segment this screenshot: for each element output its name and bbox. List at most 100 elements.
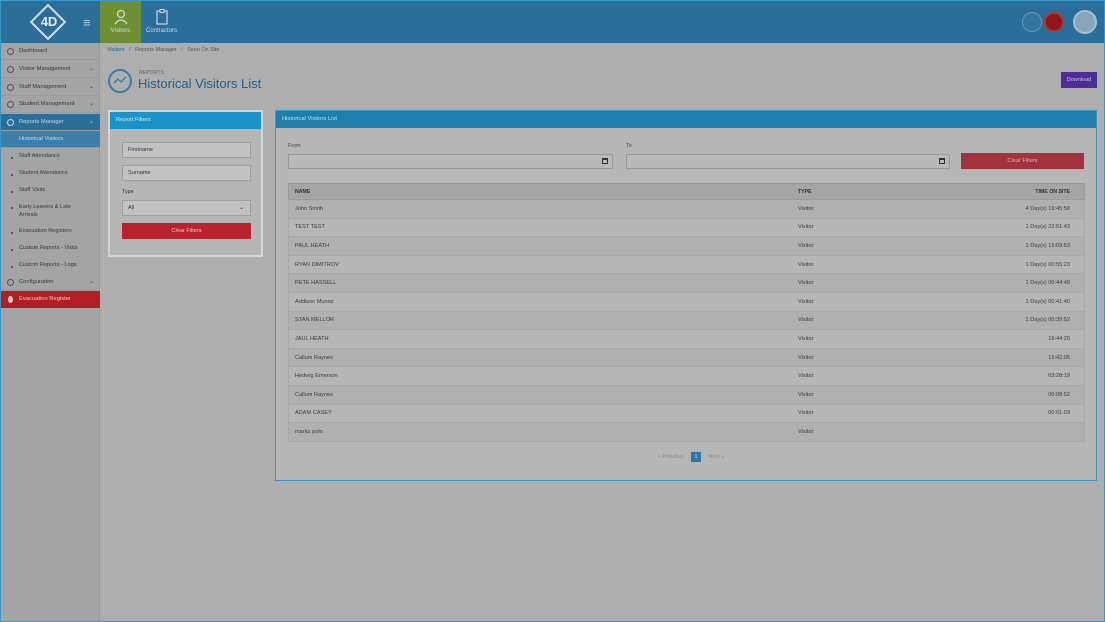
cell-name: Addison Munoz: [295, 298, 334, 305]
surname-input[interactable]: Surname: [122, 165, 251, 181]
historical-visitors-title: Historical Visitors List: [276, 111, 1096, 128]
logo-area: 4D ≡: [1, 1, 100, 43]
sidebar-subitem-label: Staff Attendance: [19, 153, 60, 159]
table-row[interactable]: Callum Raynes Visitor 19:42:06: [288, 348, 1085, 368]
column-type[interactable]: TYPE: [798, 189, 812, 195]
hamburger-menu-icon[interactable]: ≡: [83, 15, 91, 30]
breadcrumb-visitors[interactable]: Visitors: [107, 47, 125, 53]
sidebar-subitem-staff-attendance[interactable]: Staff Attendance: [1, 153, 100, 159]
table-row[interactable]: John Smith Visitor 4 Day(s) 19:45:58: [288, 200, 1085, 219]
sidebar-subitem-custom-reports-logs[interactable]: Custom Reports - Logs: [1, 262, 100, 268]
drop-icon: [8, 296, 13, 303]
sidebar-item-label: Staff Management: [19, 84, 67, 90]
cell-name: ADAM CASEY: [295, 410, 332, 417]
breadcrumb-separator: /: [181, 47, 183, 53]
reports-chart-icon: [108, 69, 132, 93]
sidebar-item-staff-management[interactable]: Staff Management ⌄: [1, 79, 100, 96]
cell-name: marko polo: [295, 428, 323, 435]
column-time-on-site[interactable]: TIME ON SITE: [1035, 189, 1070, 195]
from-date-input[interactable]: [288, 154, 613, 169]
bell-icon[interactable]: [1022, 12, 1042, 32]
logo-text: 4D: [40, 14, 58, 29]
tab-visitors[interactable]: Visitors: [100, 1, 141, 43]
breadcrumb-separator: /: [129, 47, 131, 53]
cell-type: Visitor: [798, 317, 814, 324]
sidebar-subitem-label: Custom Reports - Logs: [19, 262, 77, 268]
sidebar-item-reports-manager[interactable]: Reports Manager ⌄: [1, 114, 100, 131]
sidebar-subitem-label: Historical Visitors: [19, 136, 64, 142]
evacuation-drop-icon[interactable]: [1044, 12, 1064, 32]
table-row[interactable]: STAN MELLOR Visitor 1 Day(s) 00:39:52: [288, 311, 1085, 331]
pagination-previous[interactable]: Previous: [663, 454, 684, 460]
tab-contractors[interactable]: Contractors: [141, 1, 182, 43]
table-row[interactable]: RYAN DIMITROV Visitor 1 Day(s) 00:55:23: [288, 255, 1085, 275]
sidebar: Dashboard Visitor Management ⌄ Staff Man…: [1, 43, 100, 621]
report-filters-panel: Report Filters Firstname Surname Type Al…: [108, 110, 263, 257]
table-row[interactable]: marko polo Visitor: [288, 423, 1085, 442]
sidebar-item-student-management[interactable]: Student Management ⌄: [1, 96, 100, 113]
chevron-down-icon: ⌄: [88, 101, 94, 107]
sidebar-subitem-custom-reports-visits[interactable]: Custom Reports - Visits: [1, 245, 100, 251]
clear-filters-button[interactable]: Clear Filters: [122, 223, 251, 239]
table-row[interactable]: PAUL HEATH Visitor 1 Day(s) 19:09:53: [288, 237, 1085, 256]
firstname-input[interactable]: Firstname: [122, 142, 251, 158]
table-row[interactable]: ADAM CASEY Visitor 00:01:03: [288, 404, 1085, 424]
cell-time-on-site: 1 Day(s) 00:41:40: [1025, 298, 1070, 305]
download-button[interactable]: Download: [1061, 72, 1097, 88]
sidebar-subitem-evacuation-registers[interactable]: Evacuation Registers: [1, 228, 100, 234]
sidebar-subitem-label: Evacuation Registers: [19, 228, 72, 234]
chevron-down-icon: ⌄: [88, 279, 94, 285]
visitors-table: NAME TYPE TIME ON SITE John Smith Visitor…: [288, 183, 1085, 442]
chevron-down-icon: ⌄: [238, 205, 244, 211]
cell-type: Visitor: [798, 428, 814, 435]
gear-icon: [7, 279, 14, 286]
table-row[interactable]: TEST TEST Visitor 1 Day(s) 22:51:43: [288, 218, 1085, 238]
calendar-icon[interactable]: [939, 158, 945, 164]
table-row[interactable]: JAUL HEATH Visitor 19:44:20: [288, 330, 1085, 349]
table-row[interactable]: Addison Munoz Visitor 1 Day(s) 00:41:40: [288, 292, 1085, 312]
cell-time-on-site: 1 Day(s) 19:09:53: [1025, 242, 1070, 249]
sidebar-item-visitor-management[interactable]: Visitor Management ⌄: [1, 61, 100, 78]
cell-type: Visitor: [798, 373, 814, 380]
sidebar-item-configuration[interactable]: Configuration ⌄: [1, 274, 100, 291]
cell-type: Visitor: [798, 242, 814, 249]
breadcrumb-current: Seen On Site: [187, 47, 220, 53]
clipboard-icon: [155, 9, 168, 25]
cell-type: Visitor: [798, 280, 814, 287]
sidebar-subitem-student-attendance[interactable]: Student Attendance: [1, 170, 100, 176]
historical-visitors-panel: Historical Visitors List From To Clear F…: [275, 110, 1097, 481]
sidebar-item-evacuation-register[interactable]: Evacuation Register: [1, 291, 100, 308]
cell-type: Visitor: [798, 224, 814, 231]
table-body: John Smith Visitor 4 Day(s) 19:45:58 TEST T…: [288, 200, 1085, 442]
to-date-input[interactable]: [626, 154, 950, 169]
table-row[interactable]: Callum Raynes Visitor 00:08:52: [288, 385, 1085, 405]
table-row[interactable]: Hedwig Emerson Visitor 03:28:19: [288, 367, 1085, 386]
type-select[interactable]: All ⌄: [122, 200, 251, 216]
cell-name: Callum Raynes: [295, 354, 333, 361]
calendar-icon[interactable]: [602, 158, 608, 164]
pagination-page[interactable]: 1: [690, 452, 701, 462]
cell-time-on-site: 4 Day(s) 19:45:58: [1025, 205, 1070, 212]
column-name[interactable]: NAME: [295, 189, 310, 195]
cell-name: Callum Raynes: [295, 391, 333, 398]
id-card-icon: [7, 84, 14, 91]
cell-time-on-site: 1 Day(s) 00:44:49: [1025, 280, 1070, 287]
avatar[interactable]: [1073, 10, 1097, 34]
sidebar-item-dashboard[interactable]: Dashboard: [1, 43, 100, 60]
breadcrumb-reports-manager[interactable]: Reports Manager: [135, 47, 177, 53]
type-select-value: All: [128, 205, 135, 211]
from-label: From: [288, 143, 301, 149]
clear-filters-button[interactable]: Clear Filters: [961, 153, 1084, 169]
cell-name: PAUL HEATH: [295, 242, 330, 249]
top-bar: 4D ≡ Visitors Contractors: [1, 1, 1104, 43]
sidebar-subitem-label: Early Leavers & Late Arrivals: [19, 204, 71, 218]
user-icon: [114, 9, 127, 25]
cell-name: Hedwig Emerson: [295, 373, 338, 380]
pagination-next[interactable]: Next: [708, 454, 719, 460]
sidebar-subitem-staff-visits[interactable]: Staff Visits: [1, 187, 100, 193]
reports-icon: [7, 119, 14, 126]
sidebar-subitem-early-leavers[interactable]: Early Leavers & Late Arrivals: [1, 203, 81, 219]
sidebar-subitem-historical-visitors[interactable]: Historical Visitors: [1, 131, 100, 148]
table-row[interactable]: PETE HASSELL Visitor 1 Day(s) 00:44:49: [288, 274, 1085, 293]
chevron-down-icon: ⌄: [88, 66, 94, 72]
